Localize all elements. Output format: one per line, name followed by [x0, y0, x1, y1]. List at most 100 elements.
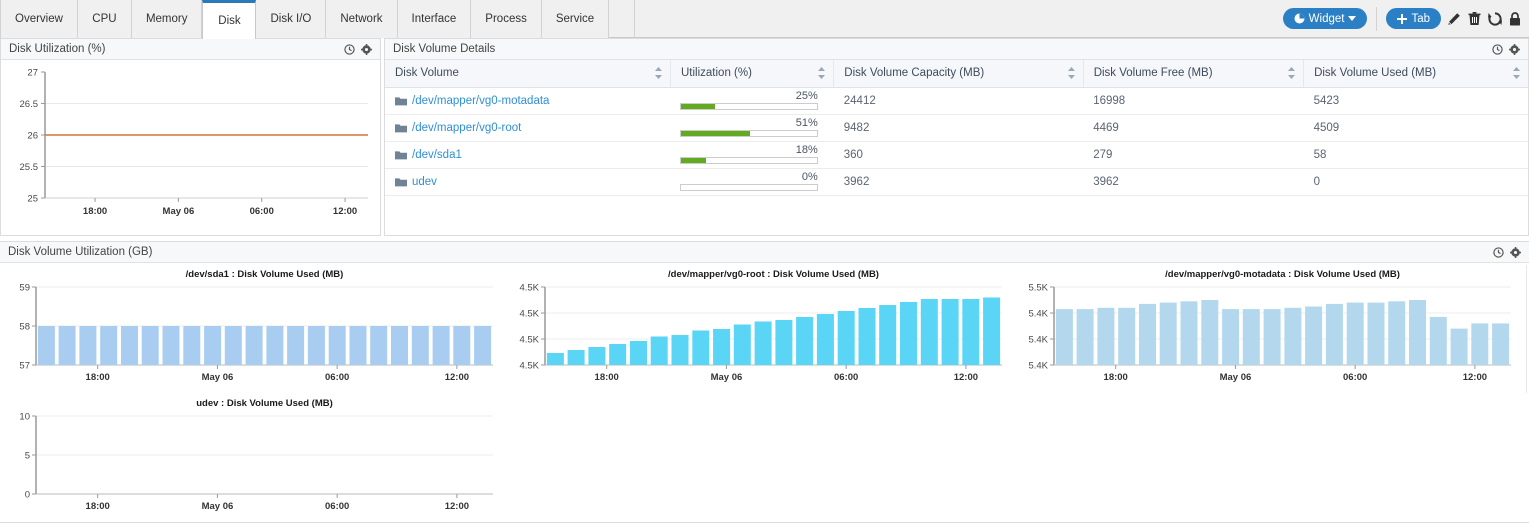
svg-text:12:00: 12:00 [445, 501, 469, 512]
svg-text:4.5K: 4.5K [519, 283, 539, 294]
tab-memory[interactable]: Memory [131, 0, 203, 38]
disk-utilization-chart-body: 27 26.5 26 25.5 25 18:00 May 06 06:00 12:00 [1, 60, 380, 235]
disk-volume-utilization-charts-body: 59 58 57/dev/sda1 : Disk Volume Used (MB) 1… [0, 263, 1529, 522]
svg-text:06:00: 06:00 [325, 372, 349, 383]
tab-cpu[interactable]: CPU [77, 0, 132, 38]
svg-text:5.5K: 5.5K [1028, 283, 1048, 294]
utilization-progress: 51% [680, 118, 818, 137]
cell-capacity: 3962 [833, 168, 1084, 196]
utilization-progress: 18% [680, 145, 818, 164]
column-header-1[interactable]: Utilization (%) [670, 60, 835, 88]
disk-utilization-panel: Disk Utilization (%) 27 26.5 26 25.5 25 18:00… [0, 38, 381, 236]
sort-icon[interactable] [1512, 67, 1521, 80]
svg-text:May 06: May 06 [202, 372, 234, 383]
disk-volume-table-head: Disk Volume Utilization (%) Disk Volume Ca… [385, 60, 1528, 88]
sort-icon[interactable] [654, 67, 663, 80]
disk-utilization-panel-header: Disk Utilization (%) [1, 39, 380, 60]
svg-text:/dev/mapper/vg0-root : Disk Vo: /dev/mapper/vg0-root : Disk Volume Used … [668, 269, 879, 280]
column-header-2[interactable]: Disk Volume Capacity (MB) [833, 60, 1084, 88]
sda1-bar-svg: 59 58 57/dev/sda1 : Disk Volume Used (MB) 1… [19, 269, 493, 383]
disk-volume-details-panel: Disk Volume Details Disk Volume Utilizati… [384, 38, 1529, 236]
cell-free: 16998 [1083, 87, 1304, 115]
gear-icon[interactable] [1509, 43, 1520, 55]
disk-utilization-panel-actions [344, 43, 372, 55]
svg-text:26: 26 [27, 131, 38, 142]
tab-disk[interactable]: Disk [202, 0, 257, 39]
cell-used: 58 [1303, 141, 1528, 169]
cell-free: 4469 [1083, 114, 1304, 142]
vg0-root-bar-svg: 4.5K 4.5K 4.5K 4.5K/dev/mapper/vg0-root : D… [519, 269, 1002, 383]
tab-service[interactable]: Service [541, 0, 610, 38]
svg-text:May 06: May 06 [1220, 372, 1252, 383]
pencil-icon[interactable] [1447, 12, 1461, 26]
sort-icon[interactable] [1287, 67, 1296, 80]
disk-utilization-line-svg: 27 26.5 26 25.5 25 18:00 May 06 06:00 12:00 [20, 68, 368, 217]
add-tab-button[interactable]: Tab [1386, 8, 1441, 29]
disk-volume-utilization-panel-title: Disk Volume Utilization (GB) [8, 246, 153, 258]
sort-icon[interactable] [1067, 67, 1076, 80]
column-header-3[interactable]: Disk Volume Free (MB) [1083, 60, 1305, 88]
volume-cell-content: /dev/mapper/vg0-root [395, 122, 660, 134]
cell-used: 4509 [1303, 114, 1528, 142]
tab-label: Disk I/O [270, 13, 312, 25]
refresh-icon[interactable] [1488, 11, 1502, 26]
cell-free: 3962 [1083, 168, 1304, 196]
lock-icon[interactable] [1509, 11, 1521, 26]
clock-icon[interactable] [1493, 246, 1504, 258]
tab-overview[interactable]: Overview [0, 0, 78, 38]
gear-icon[interactable] [1510, 246, 1521, 258]
disk-volume-details-table-body: Disk Volume Utilization (%) Disk Volume Ca… [385, 60, 1528, 235]
table-row[interactable]: /dev/mapper/vg0-root 51% 9482 4469 4509 [385, 114, 1528, 142]
svg-text:18:00: 18:00 [595, 372, 619, 383]
cell-disk-volume: /dev/sda1 [385, 141, 671, 169]
tab-disk-i-o[interactable]: Disk I/O [256, 0, 327, 38]
tab-interface[interactable]: Interface [397, 0, 472, 38]
folder-icon [395, 177, 407, 186]
svg-text:27: 27 [27, 68, 38, 79]
cell-utilization: 25% [670, 87, 834, 115]
utilization-track [680, 130, 818, 137]
cell-utilization: 0% [670, 168, 834, 196]
disk-volume-details-panel-title: Disk Volume Details [393, 43, 496, 55]
cell-utilization: 18% [670, 141, 834, 169]
svg-text:58: 58 [19, 322, 30, 333]
volume-link[interactable]: /dev/sda1 [412, 149, 462, 161]
chart-grid-divider [1526, 265, 1527, 393]
tab-process[interactable]: Process [471, 0, 542, 38]
top-row: Disk Utilization (%) 27 26.5 26 25.5 25 18:00… [0, 38, 1529, 236]
cell-disk-volume: /dev/mapper/vg0-motadata [385, 87, 671, 115]
svg-text:59: 59 [19, 283, 30, 294]
volume-link[interactable]: /dev/mapper/vg0-root [412, 122, 521, 134]
svg-text:5.4K: 5.4K [1028, 361, 1048, 372]
table-row[interactable]: /dev/mapper/vg0-motadata 25% 24412 16998 542… [385, 87, 1528, 115]
svg-text:udev : Disk Volume Used (MB): udev : Disk Volume Used (MB) [196, 398, 333, 409]
volume-link[interactable]: udev [412, 176, 437, 188]
tab-network[interactable]: Network [326, 0, 398, 38]
udev-bar-svg: 10 5 0 udev : Disk Volume Used (MB) 18:00 May… [19, 398, 493, 512]
disk-volume-details-panel-header: Disk Volume Details [385, 39, 1528, 60]
widget-icon [1294, 13, 1305, 24]
volume-cell-content: udev [395, 176, 660, 188]
trash-icon[interactable] [1468, 11, 1481, 26]
clock-icon[interactable] [1492, 43, 1503, 55]
clock-icon[interactable] [344, 43, 355, 55]
volume-link[interactable]: /dev/mapper/vg0-motadata [412, 95, 549, 107]
widget-button[interactable]: Widget [1282, 8, 1368, 29]
disk-volume-utilization-panel: Disk Volume Utilization (GB) 59 58 57/dev/… [0, 241, 1529, 523]
gear-icon[interactable] [361, 43, 372, 55]
column-header-4[interactable]: Disk Volume Used (MB) [1303, 60, 1528, 88]
disk-utilization-chart: 27 26.5 26 25.5 25 18:00 May 06 06:00 12:00 [1, 60, 380, 235]
svg-text:4.5K: 4.5K [519, 309, 539, 320]
cell-capacity: 360 [833, 141, 1084, 169]
svg-text:10: 10 [19, 411, 30, 422]
sort-icon[interactable] [817, 67, 826, 80]
column-header-0[interactable]: Disk Volume [385, 60, 671, 88]
cell-used: 5423 [1303, 87, 1528, 115]
table-row[interactable]: udev 0% 3962 3962 0 [385, 168, 1528, 196]
svg-text:18:00: 18:00 [83, 206, 107, 217]
widget-button-label: Widget [1308, 12, 1345, 25]
svg-text:4.5K: 4.5K [519, 335, 539, 346]
table-row[interactable]: /dev/sda1 18% 360 279 58 [385, 141, 1528, 169]
tab-label: Disk [218, 15, 241, 27]
svg-text:12:00: 12:00 [1463, 372, 1487, 383]
